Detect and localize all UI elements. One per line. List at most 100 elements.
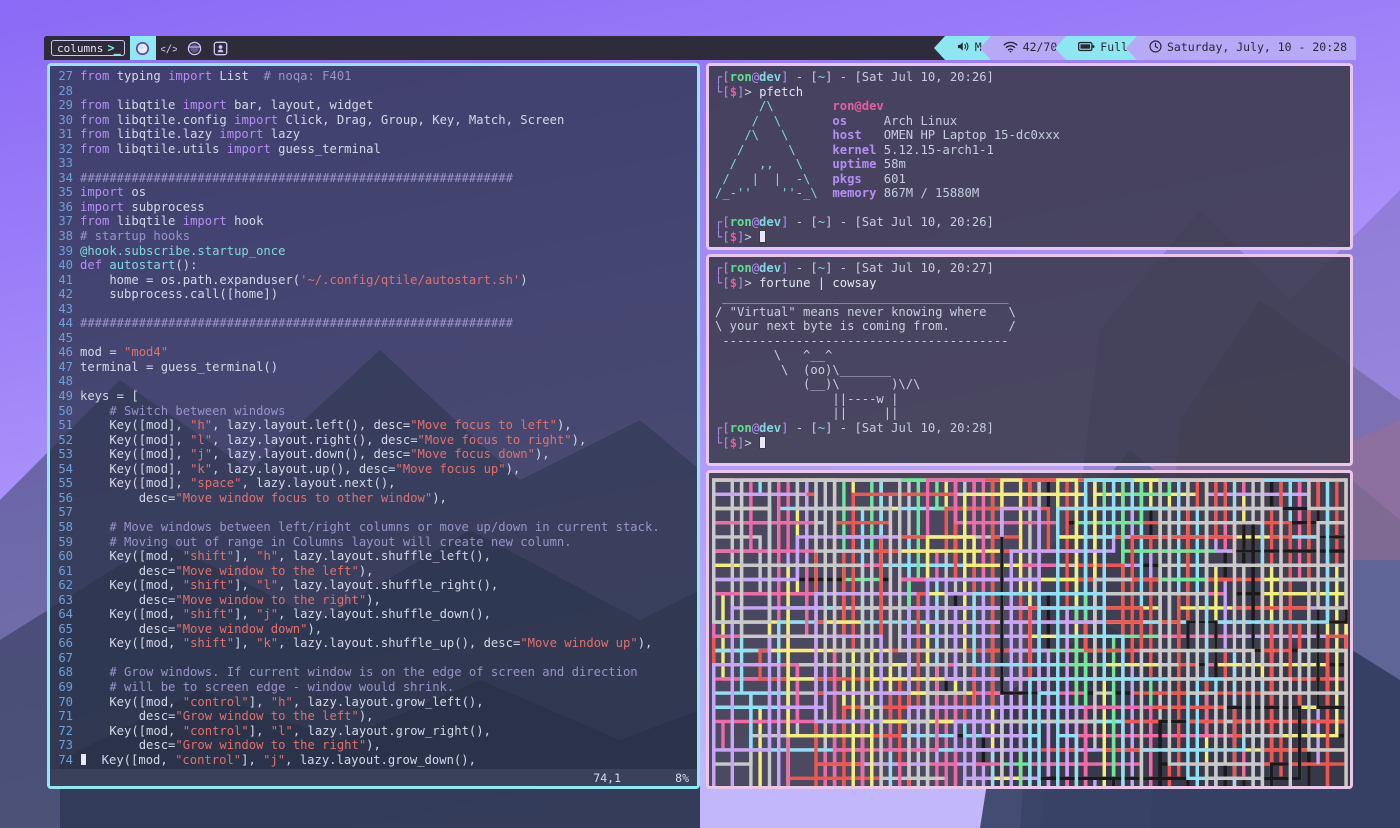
- code-token: "mod4": [124, 345, 168, 359]
- code-token: from: [80, 127, 109, 141]
- code-token: desc=: [80, 491, 175, 505]
- code-line: 54 Key([mod], "k", lazy.layout.up(), des…: [50, 462, 697, 477]
- code-line-text: ########################################…: [80, 171, 513, 186]
- cowsay-line: \ your next byte is coming from. /: [715, 319, 1344, 334]
- code-token: "control": [183, 724, 249, 738]
- code-line: 67: [50, 651, 697, 666]
- code-token: "shift": [183, 578, 234, 592]
- code-line-text: # startup hooks: [80, 229, 190, 244]
- code-token: ],: [249, 695, 271, 709]
- code-line-number: 60: [50, 549, 80, 564]
- code-token: libqtile.lazy: [109, 127, 219, 141]
- pipe-segment: [816, 480, 1216, 786]
- code-line-text: desc="Move window focus to other window"…: [80, 491, 447, 506]
- pipe-segment: [714, 480, 1058, 786]
- terminal-pipes-window[interactable]: [706, 470, 1353, 789]
- code-line-text: Key([mod, "control"], "h", lazy.layout.g…: [80, 695, 484, 710]
- code-line-text: Key([mod, "shift"], "h", lazy.layout.shu…: [80, 549, 491, 564]
- pfetch-row: /\ \ host OMEN HP Laptop 15-dc0xxx: [715, 128, 1344, 143]
- code-line: 37from libqtile import hook: [50, 214, 697, 229]
- code-token: Key([mod],: [80, 447, 190, 461]
- code-line: 71 desc="Grow window to the left"),: [50, 709, 697, 724]
- code-line-text: terminal = guess_terminal(): [80, 360, 278, 375]
- code-token: Key([mod],: [80, 462, 190, 476]
- code-token: mod =: [80, 345, 124, 359]
- terminal-cowsay-window[interactable]: ┌[ron@dev] - [~] - [Sat Jul 10, 20:27]└[…: [706, 254, 1353, 466]
- code-token: os: [124, 185, 146, 199]
- task-icon-browser[interactable]: [182, 36, 208, 60]
- code-token: , lazy.layout.shuffle_left(),: [278, 549, 491, 563]
- code-token: subprocess.call([home]): [80, 287, 278, 301]
- terminal-pipes-inner: [709, 473, 1350, 786]
- cowsay-line: _______________________________________: [715, 290, 1344, 305]
- task-icon-app-box[interactable]: [208, 36, 234, 60]
- code-line: 72 Key([mod, "control"], "l", lazy.layou…: [50, 724, 697, 739]
- code-line: 44######################################…: [50, 316, 697, 331]
- vim-scroll-percent: 8%: [675, 771, 689, 785]
- terminal-cowsay-content[interactable]: ┌[ron@dev] - [~] - [Sat Jul 10, 20:27]└[…: [709, 257, 1350, 454]
- code-token: import: [183, 214, 227, 228]
- code-line: 59 # Moving out of range in Columns layo…: [50, 535, 697, 550]
- code-line-number: 69: [50, 680, 80, 695]
- cowsay-line: (__)\ )\/\: [715, 377, 1344, 392]
- shell-prompt-line-1: ┌[ron@dev] - [~] - [Sat Jul 10, 20:26]: [715, 215, 1344, 230]
- code-line-number: 65: [50, 622, 80, 637]
- code-line-number: 34: [50, 171, 80, 186]
- code-line: 31from libqtile.lazy import lazy: [50, 127, 697, 142]
- code-token: ],: [234, 578, 256, 592]
- code-line-number: 73: [50, 738, 80, 753]
- code-token: libqtile.config: [109, 113, 234, 127]
- current-layout-widget[interactable]: columns >_: [44, 36, 130, 60]
- clock-widget[interactable]: Saturday, July, 10 - 20:28: [1137, 36, 1356, 60]
- speaker-icon-svg: [957, 41, 970, 52]
- vim-code-buffer[interactable]: 27from typing import List # noqa: F40128…: [50, 66, 697, 786]
- code-token: ():: [175, 258, 197, 272]
- code-token: Key([mod,: [80, 636, 183, 650]
- code-line-number: 71: [50, 709, 80, 724]
- terminal-pfetch-window[interactable]: ┌[ron@dev] - [~] - [Sat Jul 10, 20:26]└[…: [706, 63, 1353, 250]
- code-line: 27from typing import List # noqa: F401: [50, 69, 697, 84]
- code-line-text: from typing import List # noqa: F401: [80, 69, 352, 84]
- code-line: 52 Key([mod], "l", lazy.layout.right(), …: [50, 433, 697, 448]
- vim-window[interactable]: 27from typing import List # noqa: F40128…: [47, 63, 700, 789]
- code-line-text: Key([mod], "k", lazy.layout.up(), desc="…: [80, 462, 520, 477]
- code-line-text: @hook.subscribe.startup_once: [80, 244, 285, 259]
- code-token: "Grow window to the right": [175, 738, 366, 752]
- code-token: "h": [271, 695, 293, 709]
- terminal-pfetch-content[interactable]: ┌[ron@dev] - [~] - [Sat Jul 10, 20:26]└[…: [709, 66, 1350, 247]
- code-token: ########################################…: [80, 171, 513, 185]
- code-line-number: 28: [50, 84, 80, 99]
- code-line: 30from libqtile.config import Click, Dra…: [50, 113, 697, 128]
- code-line: 61 desc="Move window to the left"),: [50, 564, 697, 579]
- browser-circle-icon-svg: [187, 41, 202, 56]
- wifi-value: 42/70: [1023, 42, 1058, 54]
- code-line: 55 Key([mod], "space", lazy.layout.next(…: [50, 476, 697, 491]
- code-token: , lazy.layout.grow_left(),: [293, 695, 484, 709]
- browser-circle-icon: [187, 41, 202, 56]
- code-line-number: 35: [50, 185, 80, 200]
- code-line-number: 48: [50, 374, 80, 389]
- task-icon-window-circle[interactable]: [130, 36, 156, 60]
- code-line-number: 39: [50, 244, 80, 259]
- code-line: 66 Key([mod, "shift"], "k", lazy.layout.…: [50, 636, 697, 651]
- code-line-text: Key([mod, "shift"], "k", lazy.layout.shu…: [80, 636, 652, 651]
- code-token: from: [80, 142, 109, 156]
- code-token: "j": [190, 447, 212, 461]
- code-line-number: 54: [50, 462, 80, 477]
- code-token: subprocess: [124, 200, 205, 214]
- code-line: 32from libqtile.utils import guess_termi…: [50, 142, 697, 157]
- code-line-text: desc="Move window down"),: [80, 622, 322, 637]
- code-line-text: desc="Grow window to the left"),: [80, 709, 374, 724]
- code-token: "Move window to the left": [175, 564, 358, 578]
- code-line-number: 47: [50, 360, 80, 375]
- pfetch-row: / \ kernel 5.12.15-arch1-1: [715, 143, 1344, 158]
- task-icon-code-editor[interactable]: </>: [156, 36, 182, 60]
- cowsay-line: || ||: [715, 406, 1344, 421]
- chip-arrow-volume: [934, 36, 945, 60]
- code-line: 56 desc="Move window focus to other wind…: [50, 491, 697, 506]
- code-line-number: 55: [50, 476, 80, 491]
- code-token: # Moving out of range in Columns layout …: [80, 535, 572, 549]
- code-line: 39@hook.subscribe.startup_once: [50, 244, 697, 259]
- code-token: hook: [227, 214, 264, 228]
- cowsay-line: \ (oo)\_______: [715, 363, 1344, 378]
